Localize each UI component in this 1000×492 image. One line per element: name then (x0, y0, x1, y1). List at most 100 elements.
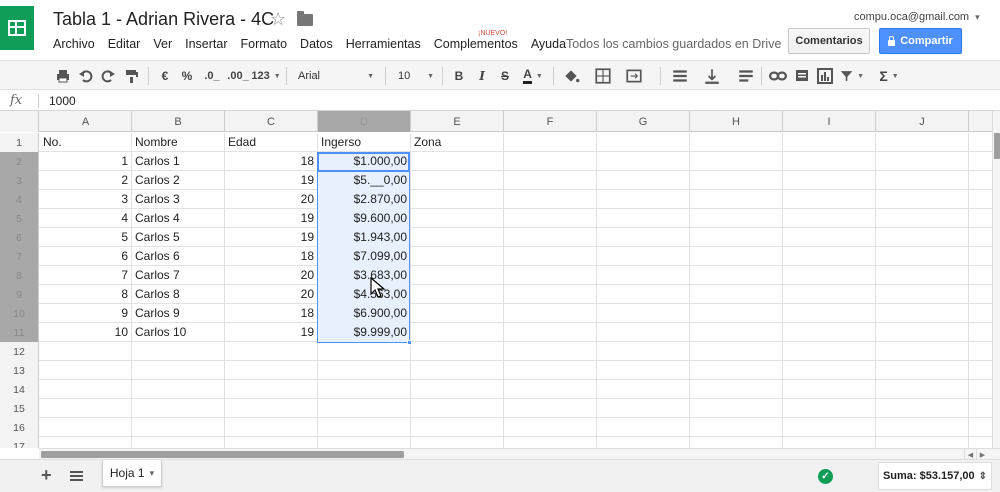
cell-h9[interactable] (690, 285, 783, 304)
cell-c13[interactable] (225, 361, 318, 380)
cell-b1[interactable]: Nombre (132, 133, 225, 152)
merge-cells-icon[interactable] (625, 66, 643, 86)
cell-d6[interactable]: $1.943,00 (318, 228, 411, 247)
cell-e7[interactable] (411, 247, 504, 266)
cell-d9[interactable]: $4.563,00 (318, 285, 411, 304)
row-header[interactable]: 11 (0, 323, 39, 342)
cell-e4[interactable] (411, 190, 504, 209)
menu-complementos[interactable]: Complementos (434, 37, 518, 53)
cell-a6[interactable]: 5 (40, 228, 132, 247)
cell-g1[interactable] (597, 133, 690, 152)
star-icon[interactable]: ☆ (270, 9, 286, 30)
number-format-dropdown[interactable]: 123 ▼ (251, 66, 281, 86)
cell-h15[interactable] (690, 399, 783, 418)
column-header-b[interactable]: B (132, 111, 225, 132)
cell-h6[interactable] (690, 228, 783, 247)
decrease-decimals-button[interactable]: .0_ (201, 66, 223, 86)
cell-b11[interactable]: Carlos 10 (132, 323, 225, 342)
cell-d8[interactable]: $3.683,00 (318, 266, 411, 285)
cell-e9[interactable] (411, 285, 504, 304)
column-header-c[interactable]: C (225, 111, 318, 132)
cell-j5[interactable] (876, 209, 969, 228)
filter-button[interactable]: ▼ (840, 66, 864, 86)
cell-i3[interactable] (783, 171, 876, 190)
cell-a4[interactable]: 3 (40, 190, 132, 209)
cell-b12[interactable] (132, 342, 225, 361)
cell-d16[interactable] (318, 418, 411, 437)
cell-j4[interactable] (876, 190, 969, 209)
menu-herramientas[interactable]: Herramientas (346, 37, 421, 53)
menu-insertar[interactable]: Insertar (185, 37, 227, 53)
cell-c8[interactable]: 20 (225, 266, 318, 285)
menu-datos[interactable]: Datos (300, 37, 333, 53)
cell-d14[interactable] (318, 380, 411, 399)
cell-b4[interactable]: Carlos 3 (132, 190, 225, 209)
cell-e5[interactable] (411, 209, 504, 228)
row-header[interactable]: 3 (0, 171, 39, 190)
cell-h3[interactable] (690, 171, 783, 190)
font-size-select[interactable]: 10 ▼ (398, 66, 434, 86)
cell-f6[interactable] (504, 228, 597, 247)
menu-editar[interactable]: Editar (108, 37, 141, 53)
horizontal-scrollbar[interactable]: ◀ ▶ (39, 448, 1000, 460)
cell-f11[interactable] (504, 323, 597, 342)
cell-j13[interactable] (876, 361, 969, 380)
share-button[interactable]: Compartir (879, 28, 962, 54)
cell-b7[interactable]: Carlos 6 (132, 247, 225, 266)
cell-a14[interactable] (40, 380, 132, 399)
cell-i14[interactable] (783, 380, 876, 399)
cell-i13[interactable] (783, 361, 876, 380)
row-header[interactable]: 1 (0, 133, 39, 152)
cell-d13[interactable] (318, 361, 411, 380)
cell-d4[interactable]: $2.870,00 (318, 190, 411, 209)
cell-c1[interactable]: Edad (225, 133, 318, 152)
cell-e11[interactable] (411, 323, 504, 342)
cell-d3[interactable]: $5.__0,00 (318, 171, 411, 190)
column-header-j[interactable]: J (876, 111, 969, 132)
cell-e13[interactable] (411, 361, 504, 380)
column-header-i[interactable]: I (783, 111, 876, 132)
select-all-corner[interactable] (0, 111, 39, 132)
cell-j6[interactable] (876, 228, 969, 247)
cell-c4[interactable]: 20 (225, 190, 318, 209)
cell-g15[interactable] (597, 399, 690, 418)
row-header[interactable]: 13 (0, 361, 39, 380)
cell-g2[interactable] (597, 152, 690, 171)
folder-icon[interactable] (297, 11, 313, 26)
cell-e17[interactable] (411, 437, 504, 448)
cell-b16[interactable] (132, 418, 225, 437)
cell-d15[interactable] (318, 399, 411, 418)
column-header-f[interactable]: F (504, 111, 597, 132)
cell-h10[interactable] (690, 304, 783, 323)
cell-a11[interactable]: 10 (40, 323, 132, 342)
save-status[interactable]: Todos los cambios guardados en Drive (566, 37, 781, 51)
row-header[interactable]: 5 (0, 209, 39, 228)
cell-j2[interactable] (876, 152, 969, 171)
cell-e14[interactable] (411, 380, 504, 399)
cell-d7[interactable]: $7.099,00 (318, 247, 411, 266)
cell-h11[interactable] (690, 323, 783, 342)
row-header[interactable]: 9 (0, 285, 39, 304)
cell-c16[interactable] (225, 418, 318, 437)
cell-j9[interactable] (876, 285, 969, 304)
cell-j7[interactable] (876, 247, 969, 266)
cell-a8[interactable]: 7 (40, 266, 132, 285)
row-header[interactable]: 10 (0, 304, 39, 323)
vertical-scroll-thumb[interactable] (994, 133, 1000, 159)
cell-g14[interactable] (597, 380, 690, 399)
row-header[interactable]: 4 (0, 190, 39, 209)
cell-d10[interactable]: $6.900,00 (318, 304, 411, 323)
cell-h8[interactable] (690, 266, 783, 285)
cell-h13[interactable] (690, 361, 783, 380)
cell-f15[interactable] (504, 399, 597, 418)
cell-e12[interactable] (411, 342, 504, 361)
percent-format-button[interactable]: % (180, 66, 194, 86)
menu-formato[interactable]: Formato (241, 37, 288, 53)
cell-g10[interactable] (597, 304, 690, 323)
cell-h12[interactable] (690, 342, 783, 361)
cell-d17[interactable] (318, 437, 411, 448)
cell-f12[interactable] (504, 342, 597, 361)
cell-h4[interactable] (690, 190, 783, 209)
cell-j11[interactable] (876, 323, 969, 342)
account-email[interactable]: compu.oca@gmail.com ▾ (854, 11, 980, 23)
